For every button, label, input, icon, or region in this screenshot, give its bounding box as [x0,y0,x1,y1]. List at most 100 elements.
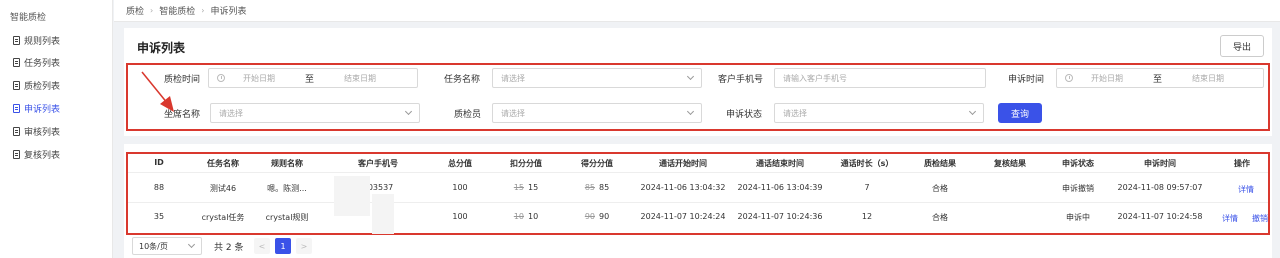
qc-time-range[interactable]: 开始日期 至 结束日期 [208,68,418,88]
start-date-placeholder: 开始日期 [243,73,275,83]
document-icon [13,80,20,90]
prev-page-button[interactable]: < [254,238,270,254]
end-date-placeholder: 结束日期 [1192,73,1225,83]
sidebar-item-rules[interactable]: 规则列表 [13,32,60,48]
redaction-mask [372,194,394,234]
agent-select[interactable]: 请选择 [210,103,420,123]
cell-appeal-time: 2024-11-08 09:57:07 [1117,183,1203,192]
sidebar-item-appeals[interactable]: 申诉列表 [13,100,60,116]
sidebar-title: 智能质检 [10,13,47,23]
export-button[interactable]: 导出 [1220,35,1264,57]
column-header: 申诉时间 [1144,159,1176,168]
column-header: 总分值 [448,159,472,168]
new-value: 10 [528,212,539,221]
appeal-time-label: 申诉时间 [1008,75,1045,85]
document-icon [13,35,20,45]
page-title: 申诉列表 [137,41,186,55]
chevron-down-icon [686,107,695,116]
select-placeholder: 请选择 [783,108,807,118]
sidebar-item-inspections[interactable]: 质检列表 [13,77,60,93]
divider [128,202,1268,203]
chevron-down-icon [187,240,196,249]
cell-deduct: 15 15 [514,183,538,192]
new-value: 90 [599,212,610,221]
document-icon [13,103,20,113]
breadcrumb-item[interactable]: 质检 [126,4,144,17]
document-icon [13,126,20,136]
total-count: 共 2 条 [214,243,244,253]
next-page-button[interactable]: > [296,238,312,254]
breadcrumb: 质检 › 智能质检 › 申诉列表 [114,0,1280,22]
cell-result: 合格 [932,213,948,222]
chevron-right-icon: › [150,6,154,15]
end-date-placeholder: 结束日期 [344,73,377,83]
range-separator: 至 [305,74,315,85]
status-select[interactable]: 请选择 [774,103,984,123]
annotation-arrow [141,71,174,112]
column-header: 得分分值 [581,159,613,168]
sidebar-item-label: 规则列表 [24,36,61,47]
sidebar-item-tasks[interactable]: 任务列表 [13,54,60,70]
cell-score: 90 90 [585,212,609,221]
column-header: ID [154,158,164,167]
document-icon [13,149,20,159]
old-value: 15 [513,183,524,192]
inspector-select[interactable]: 请选择 [492,103,702,123]
phone-label: 客户手机号 [718,75,764,85]
sidebar-item-label: 审核列表 [24,127,61,138]
column-header: 规则名称 [271,159,303,168]
select-placeholder: 请选择 [219,108,243,118]
search-button[interactable]: 查询 [998,103,1042,123]
filter-highlight-box: 质检时间 开始日期 至 结束日期 任务名称 请选择 客户手机号 请输入客户手机号… [126,63,1270,131]
revoke-link[interactable]: 撤销 [1252,213,1268,224]
task-name-label: 任务名称 [444,75,481,85]
column-header: 通话结束时间 [756,159,804,168]
detail-link[interactable]: 详情 [1238,184,1254,195]
start-date-placeholder: 开始日期 [1091,73,1123,83]
phone-input[interactable]: 请输入客户手机号 [774,68,986,88]
document-icon [13,57,20,67]
page-1-button[interactable]: 1 [275,238,291,254]
cell-id: 35 [153,212,165,221]
column-header: 申诉状态 [1062,159,1094,168]
breadcrumb-item: 申诉列表 [210,7,247,17]
cell-total: 100 [452,212,468,221]
breadcrumb-item[interactable]: 智能质检 [159,4,195,17]
cell-task: 测试46 [209,184,237,193]
cell-rule: crystal规则 [265,213,309,222]
chevron-down-icon [686,72,695,81]
select-placeholder: 请选择 [501,108,525,118]
column-header: 通话时长（s） [840,159,894,168]
column-header: 任务名称 [207,159,239,168]
chevron-down-icon [404,107,413,116]
clock-icon [1065,74,1073,82]
cell-id: 88 [153,183,165,192]
new-value: 15 [528,183,539,192]
cell-score: 85 85 [585,183,609,192]
chevron-down-icon [968,107,977,116]
cell-status: 申诉中 [1066,213,1090,222]
cell-task: crystal任务 [201,213,245,222]
cell-duration: 12 [861,212,873,221]
detail-link[interactable]: 详情 [1222,213,1238,224]
appeal-table: ID 任务名称 规则名称 客户手机号 总分值 扣分分值 得分分值 通话开始时间 … [126,152,1270,235]
page-size-value: 10条/页 [139,241,168,251]
appeal-time-range[interactable]: 开始日期 至 结束日期 [1056,68,1264,88]
select-placeholder: 请选择 [501,73,525,83]
old-value: 10 [513,212,524,221]
sidebar-item-audits[interactable]: 审核列表 [13,123,60,139]
column-header: 客户手机号 [358,159,398,168]
column-header: 复核结果 [994,159,1026,168]
range-separator: 至 [1153,74,1163,85]
cell-rule: 嗯。陈测... [267,184,307,193]
task-name-select[interactable]: 请选择 [492,68,702,88]
cell-result: 合格 [932,184,948,193]
new-value: 85 [599,183,610,192]
filter-panel: 申诉列表 导出 质检时间 开始日期 至 结束日期 任务名称 请选择 客户手机号 … [124,28,1272,136]
status-label: 申诉状态 [726,110,763,120]
sidebar-item-reviews[interactable]: 复核列表 [13,146,60,162]
sidebar: 智能质检 规则列表 任务列表 质检列表 申诉列表 审核列表 复核列表 [0,0,113,258]
page-size-select[interactable]: 10条/页 [132,237,202,255]
cell-total: 100 [452,183,468,192]
cell-status: 申诉撤销 [1062,184,1094,193]
